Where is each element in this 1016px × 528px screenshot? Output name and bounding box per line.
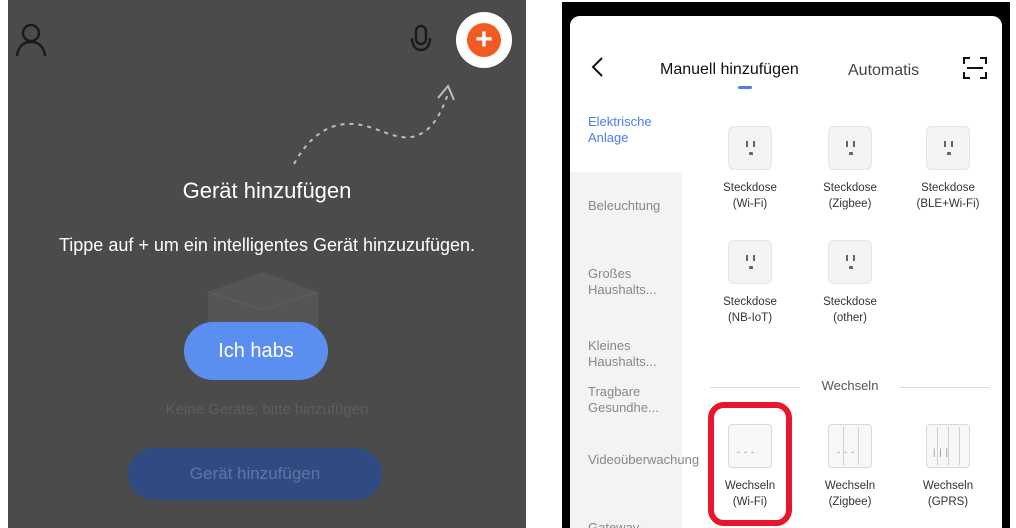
got-it-button[interactable]: Ich habs — [184, 322, 328, 380]
tab-manual-add[interactable]: Manuell hinzufügen — [660, 61, 799, 79]
header-bar: Manuell hinzufügen Automatis — [570, 16, 1002, 100]
sidebar-item-wearable-health[interactable]: Tragbare Gesundhe... — [588, 384, 678, 416]
device-protocol: (other) — [833, 312, 867, 324]
device-protocol: (BLE+Wi-Fi) — [916, 198, 980, 210]
sidebar-item-lighting[interactable]: Beleuchtung — [588, 198, 678, 214]
device-socket-zigbee[interactable]: Steckdose (Zigbee) — [800, 126, 900, 212]
sidebar-item-small-appliances[interactable]: Kleines Haushalts... — [588, 338, 678, 370]
tab-auto-scan[interactable]: Automatis — [848, 62, 933, 80]
switch-icon: --- — [828, 424, 872, 468]
device-name: Steckdose — [723, 182, 777, 194]
add-device-screen-frame: Manuell hinzufügen Automatis Elektrische… — [562, 2, 1010, 528]
arrow-decoration — [293, 84, 455, 165]
socket-icon — [828, 126, 872, 170]
section-title: Wechseln — [821, 378, 879, 393]
device-name: Steckdose — [723, 296, 777, 308]
device-name: Wechseln — [824, 480, 876, 492]
device-socket-nb-iot[interactable]: Steckdose (NB-IoT) — [700, 240, 800, 326]
onboarding-description: Tippe auf + um ein intelligentes Gerät h… — [58, 235, 476, 255]
switch-icon: ||| — [926, 424, 970, 468]
onboarding-title: Gerät hinzufügen — [182, 178, 352, 203]
add-device-screen: Manuell hinzufügen Automatis Elektrische… — [570, 16, 1002, 528]
socket-icon — [926, 126, 970, 170]
sidebar-item-large-appliances[interactable]: Großes Haushalts... — [588, 266, 678, 298]
device-name: Steckdose — [823, 182, 877, 194]
socket-icon — [828, 240, 872, 284]
selection-highlight — [708, 402, 792, 526]
device-name: Wechseln — [922, 480, 974, 492]
add-device-button[interactable]: + — [456, 12, 512, 68]
device-protocol: (Zigbee) — [828, 198, 872, 210]
back-icon[interactable] — [590, 56, 604, 78]
user-icon[interactable] — [14, 22, 48, 58]
add-icon: + — [467, 23, 501, 57]
add-device-primary-button[interactable]: Gerät hinzufügen — [128, 448, 382, 500]
device-protocol: (GPRS) — [927, 496, 969, 508]
device-socket-other[interactable]: Steckdose (other) — [800, 240, 900, 326]
device-protocol: (NB-IoT) — [727, 312, 773, 324]
category-sidebar: Elektrische Anlage Beleuchtung Großes Ha… — [570, 100, 699, 528]
device-switch-gprs[interactable]: ||| Wechseln (GPRS) — [898, 424, 998, 510]
empty-state-text: Keine Geräte; bitte hinzufügen — [165, 401, 369, 418]
device-socket-wifi[interactable]: Steckdose (Wi-Fi) — [700, 126, 800, 212]
device-protocol: (Zigbee) — [828, 496, 872, 508]
onboarding-panel: + Gerät hinzufügen Tippe auf + um ein in… — [8, 0, 526, 528]
device-protocol: (Wi-Fi) — [732, 198, 768, 210]
scan-icon[interactable] — [962, 56, 988, 80]
tab-indicator — [738, 86, 752, 89]
microphone-icon[interactable] — [410, 24, 432, 58]
sidebar-item-electrical[interactable]: Elektrische Anlage — [588, 114, 678, 146]
sidebar-item-gateway[interactable]: Gateway- — [588, 520, 678, 528]
device-name: Steckdose — [921, 182, 975, 194]
device-switch-zigbee[interactable]: --- Wechseln (Zigbee) — [800, 424, 900, 510]
section-divider: Wechseln — [710, 378, 990, 398]
socket-icon — [728, 126, 772, 170]
device-socket-ble-wifi[interactable]: Steckdose (BLE+Wi-Fi) — [898, 126, 998, 212]
device-name: Steckdose — [823, 296, 877, 308]
sidebar-item-video-surveillance[interactable]: Videoüberwachung — [588, 452, 699, 468]
socket-icon — [728, 240, 772, 284]
